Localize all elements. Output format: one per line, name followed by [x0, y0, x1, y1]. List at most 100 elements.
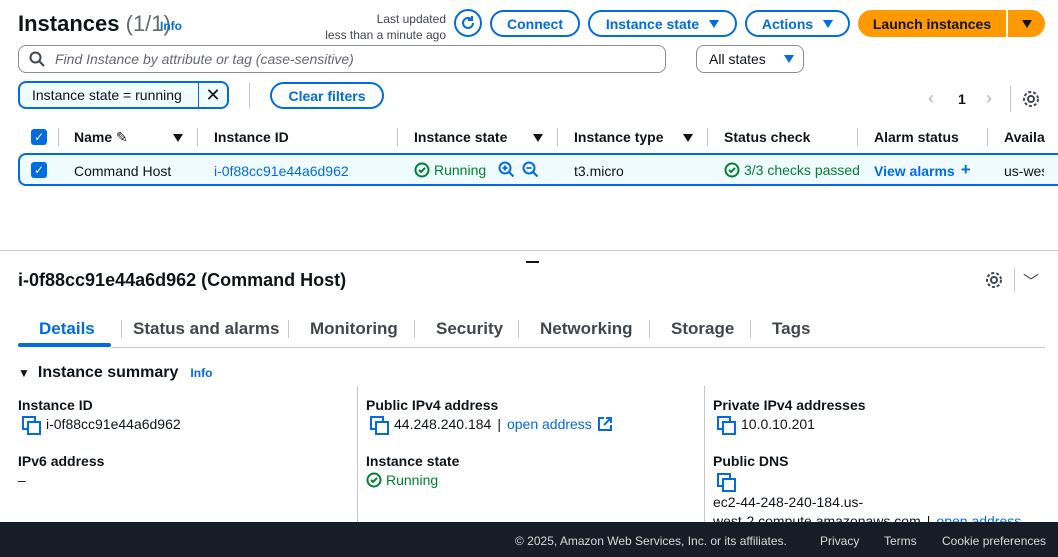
column-header-az[interactable]: Availa	[1004, 129, 1045, 145]
detail-title: i-0f88cc91e44a6d962 (Command Host)	[18, 270, 347, 290]
divider	[1014, 268, 1015, 292]
sort-icon[interactable]	[683, 134, 693, 142]
previous-page-icon[interactable]: ‹	[928, 88, 934, 109]
actions-button[interactable]: Actions	[745, 10, 850, 37]
search-placeholder: Find Instance by attribute or tag (case-…	[55, 51, 354, 67]
chevron-down-icon	[823, 19, 834, 28]
divider	[518, 320, 519, 338]
copy-icon[interactable]	[370, 416, 389, 435]
search-icon	[29, 51, 45, 67]
search-input[interactable]: Find Instance by attribute or tag (case-…	[18, 45, 666, 73]
row-state: Running	[414, 162, 486, 178]
edit-icon: ✎	[116, 129, 128, 145]
view-alarms-link[interactable]: View alarms +	[874, 160, 971, 179]
instance-summary-header[interactable]: ▼ Instance summary Info	[18, 364, 212, 382]
chevron-down-icon[interactable]: ﹀	[1023, 268, 1039, 292]
page-number[interactable]: 1	[958, 91, 966, 107]
column-header-id[interactable]: Instance ID	[214, 129, 289, 145]
check-circle-icon	[724, 162, 740, 178]
instance-state-button[interactable]: Instance state	[588, 10, 737, 37]
active-tab-indicator	[18, 343, 111, 347]
external-link-icon[interactable]	[597, 417, 612, 431]
tab-monitoring[interactable]: Monitoring	[310, 319, 398, 339]
tab-security[interactable]: Security	[436, 319, 503, 339]
row-instance-id-link[interactable]: i-0f88cc91e44a6d962	[214, 163, 349, 179]
divider	[288, 320, 289, 338]
divider	[414, 320, 415, 338]
plus-icon: +	[960, 160, 971, 179]
close-icon[interactable]: ✕	[199, 85, 227, 106]
column-header-name[interactable]: Name ✎	[74, 129, 128, 146]
column-separator	[557, 128, 558, 146]
copy-icon[interactable]	[717, 473, 736, 492]
resize-handle[interactable]	[526, 261, 539, 263]
select-all-checkbox[interactable]: ✓	[31, 129, 47, 145]
instance-summary-title: Instance summary	[37, 364, 179, 381]
copyright: © 2025, Amazon Web Services, Inc. or its…	[515, 534, 787, 548]
column-header-alarm[interactable]: Alarm status	[874, 129, 959, 145]
instance-state-label: Instance state	[366, 453, 460, 469]
instance-id-text: i-0f88cc91e44a6d962	[46, 416, 181, 432]
states-select-value: All states	[709, 51, 766, 67]
footer: © 2025, Amazon Web Services, Inc. or its…	[0, 522, 1058, 557]
tab-networking[interactable]: Networking	[540, 319, 633, 339]
public-ipv4-text: 44.248.240.184	[394, 416, 492, 432]
privacy-link[interactable]: Privacy	[820, 534, 859, 548]
pipe-separator: |	[497, 416, 501, 432]
terms-link[interactable]: Terms	[884, 534, 917, 548]
open-address-link[interactable]: open address	[507, 416, 592, 432]
divider	[1010, 86, 1011, 112]
row-availability-zone: us-west	[1004, 163, 1044, 179]
ipv6-value: –	[18, 472, 26, 488]
filter-token[interactable]: Instance state = running ✕	[18, 81, 229, 109]
cookie-preferences-link[interactable]: Cookie preferences	[942, 534, 1046, 548]
column-separator	[58, 128, 59, 146]
launch-dropdown-button[interactable]	[1008, 10, 1045, 37]
column-header-status[interactable]: Status check	[724, 129, 810, 145]
public-ipv4-value: 44.248.240.184 | open address	[370, 416, 612, 435]
gear-icon[interactable]	[985, 271, 1003, 289]
public-ipv4-label: Public IPv4 address	[366, 397, 499, 413]
chevron-down-icon	[783, 55, 794, 63]
public-dns-label: Public DNS	[713, 453, 789, 469]
column-header-state[interactable]: Instance state	[414, 129, 507, 145]
zoom-in-icon[interactable]	[498, 161, 515, 178]
copy-icon[interactable]	[717, 416, 736, 435]
row-checkbox[interactable]: ✓	[31, 162, 47, 178]
private-ipv4-text: 10.0.10.201	[741, 416, 815, 432]
chevron-down-icon	[709, 19, 720, 28]
copy-icon[interactable]	[22, 416, 41, 435]
tab-status-and-alarms[interactable]: Status and alarms	[133, 319, 279, 339]
row-name: Command Host	[74, 163, 172, 179]
tab-details[interactable]: Details	[39, 319, 95, 339]
tab-storage[interactable]: Storage	[671, 319, 734, 339]
column-header-type[interactable]: Instance type	[574, 129, 663, 145]
gear-icon[interactable]	[1022, 90, 1040, 108]
row-status-label: 3/3 checks passed	[744, 162, 859, 178]
refresh-button[interactable]	[454, 9, 482, 37]
divider	[649, 320, 650, 338]
last-updated-line1: Last updated	[376, 12, 446, 26]
view-alarms-label: View alarms	[874, 163, 955, 179]
info-link[interactable]: Info	[190, 366, 212, 380]
column-separator	[857, 128, 858, 146]
zoom-out-icon[interactable]	[522, 161, 539, 178]
check-icon: ✓	[33, 163, 45, 177]
sort-icon[interactable]	[173, 134, 183, 142]
column-separator	[707, 128, 708, 146]
launch-instances-button[interactable]: Launch instances	[858, 10, 1006, 37]
connect-button[interactable]: Connect	[490, 10, 580, 37]
states-select[interactable]: All states	[696, 45, 804, 73]
table-row[interactable]: ✓ Command Host i-0f88cc91e44a6d962 Runni…	[18, 153, 1058, 186]
clear-filters-label: Clear filters	[288, 87, 366, 104]
sort-icon[interactable]	[533, 134, 543, 142]
info-link[interactable]: Info	[160, 19, 182, 33]
refresh-icon	[462, 16, 474, 29]
divider	[249, 82, 250, 108]
tab-tags[interactable]: Tags	[772, 319, 810, 339]
clear-filters-button[interactable]: Clear filters	[270, 82, 384, 109]
instance-state-text: Running	[386, 472, 439, 488]
next-page-icon[interactable]: ›	[986, 88, 992, 109]
column-separator	[397, 128, 398, 146]
instance-id-label: Instance ID	[18, 397, 93, 413]
